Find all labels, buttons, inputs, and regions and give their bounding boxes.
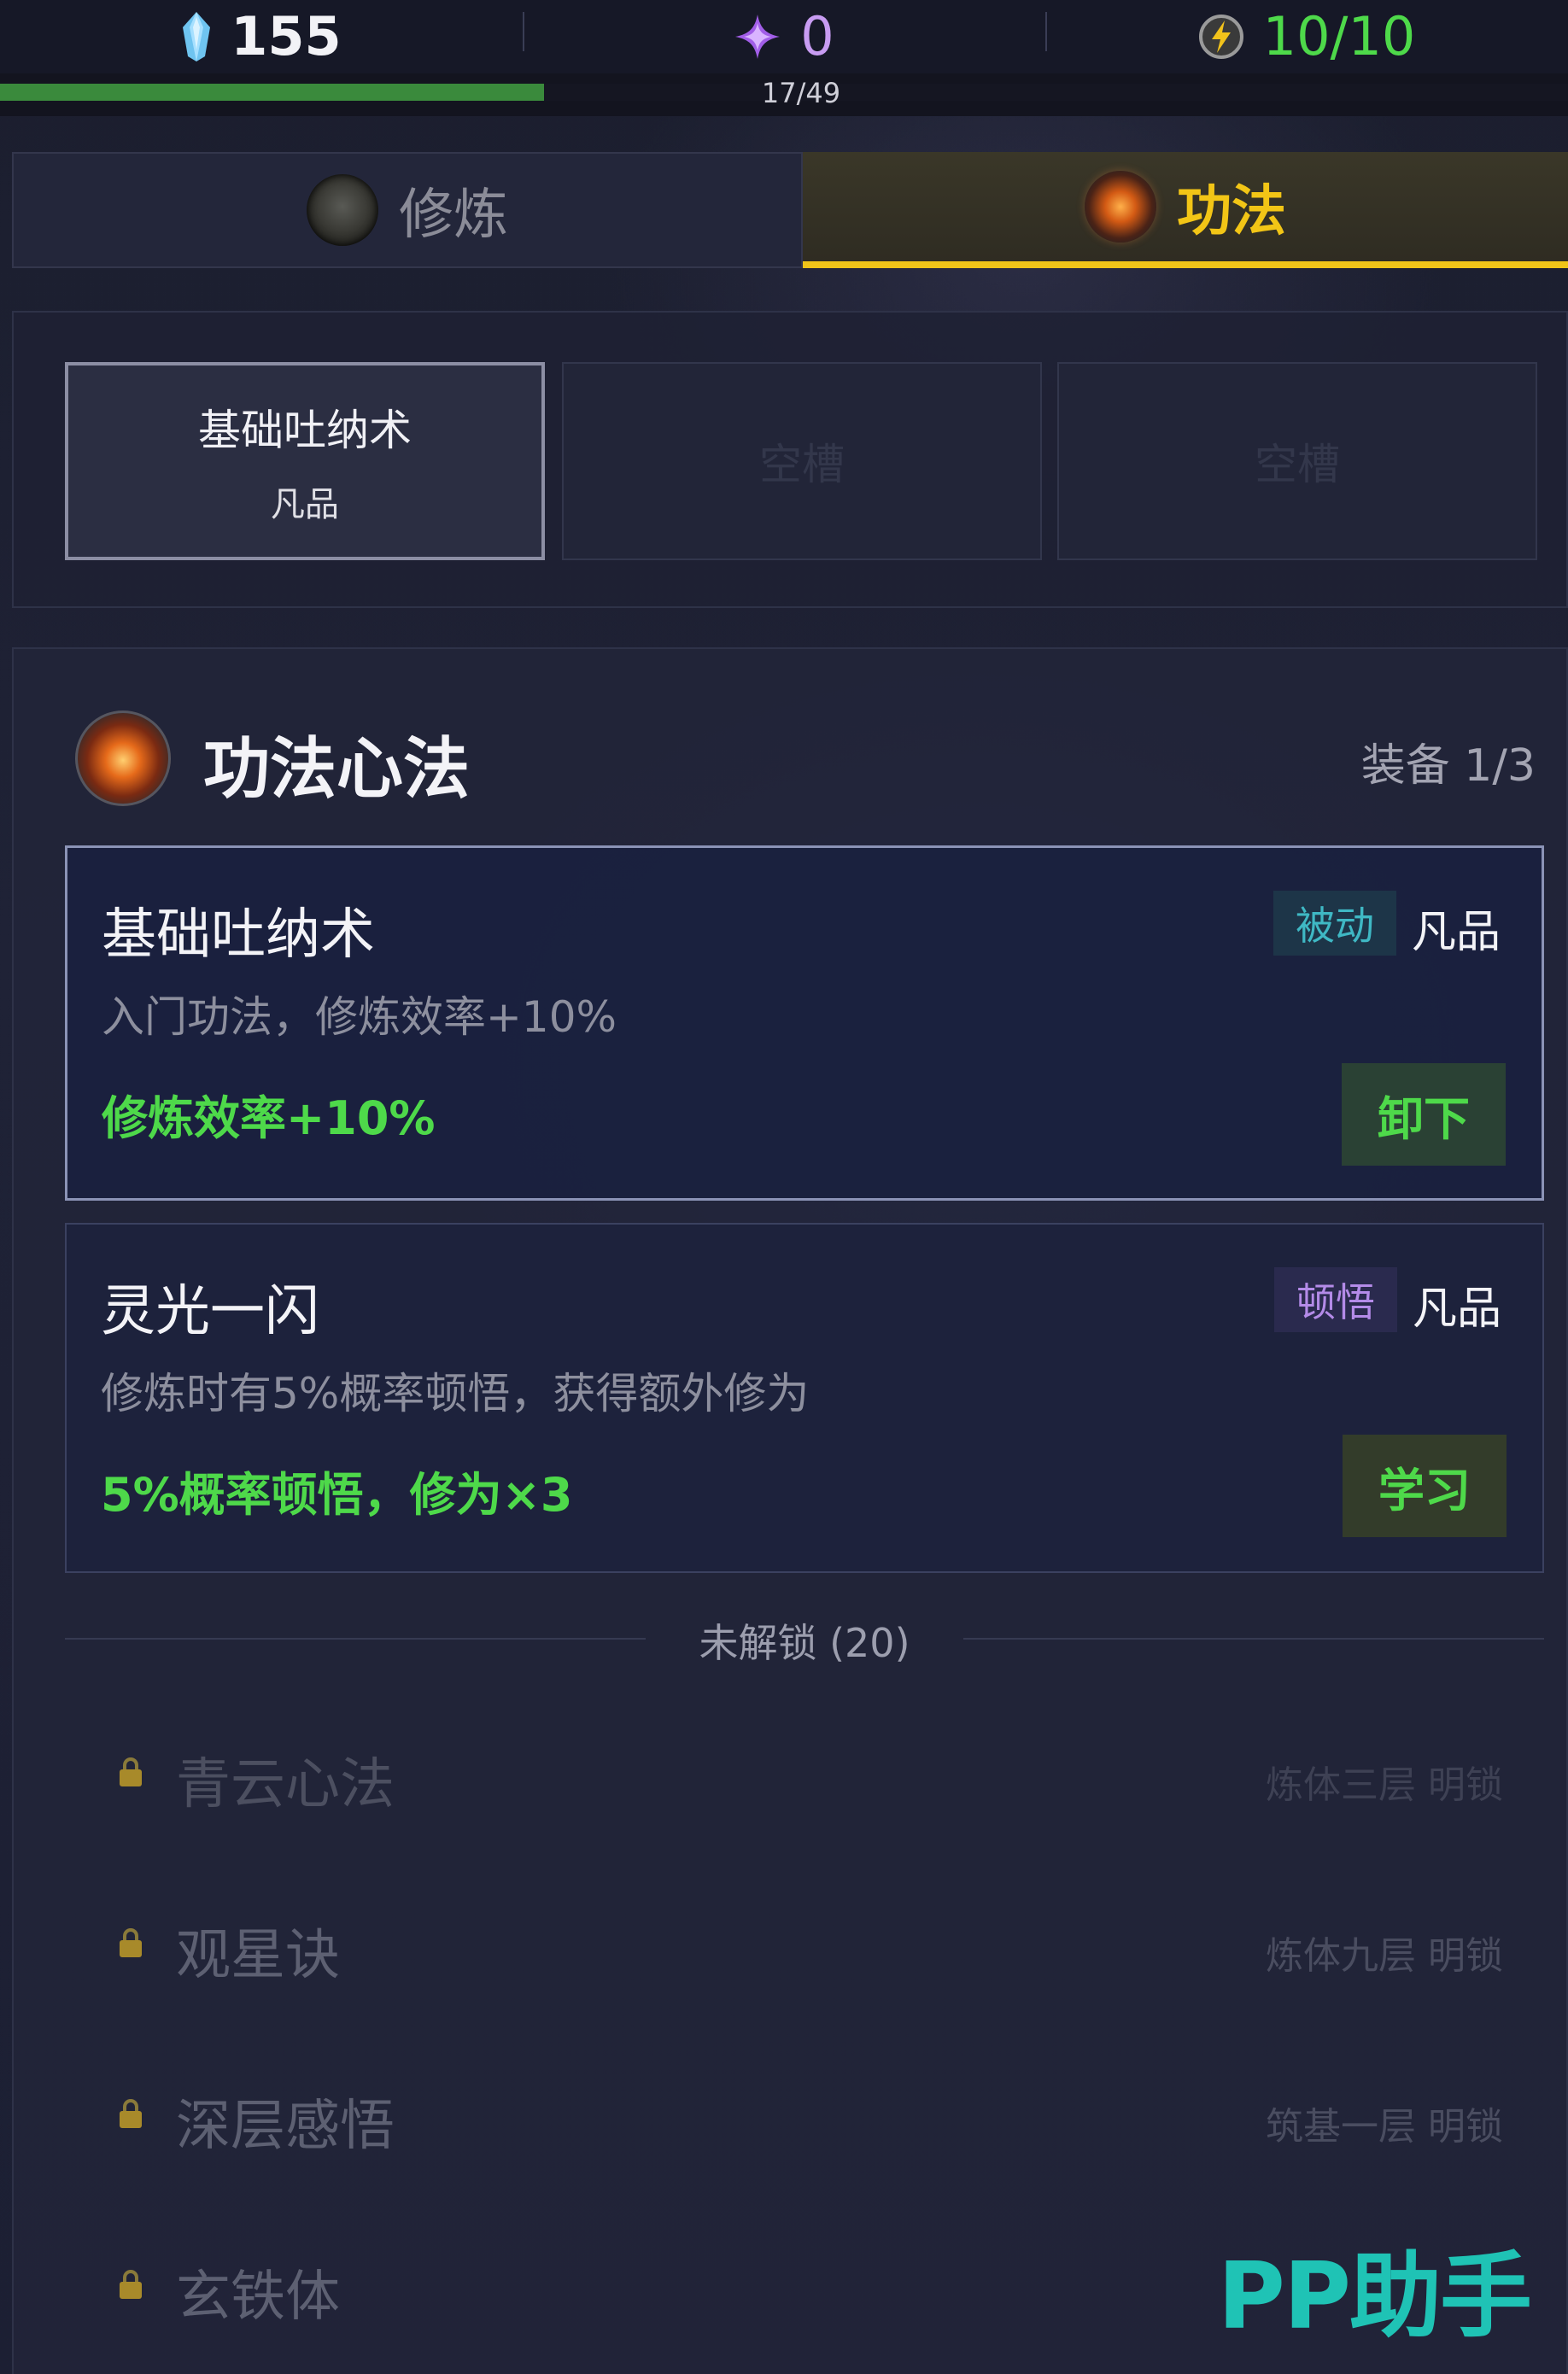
watermark-logo: PP助手 <box>1217 2243 1532 2350</box>
locked-technique-name: 观星诀 <box>176 1924 340 1987</box>
locked-count-label: 未解锁 (20) <box>699 1620 910 1666</box>
technique-name: 基础吐纳术 <box>102 903 375 967</box>
technique-description: 入门功法，修炼效率+10% <box>102 992 617 1042</box>
technique-slot-2[interactable]: 空槽 <box>562 362 1042 560</box>
locked-technique-name: 青云心法 <box>176 1753 395 1816</box>
technique-card: 灵光一闪 顿悟 凡品 修炼时有5%概率顿悟，获得额外修为 5%概率顿悟，修为×3… <box>65 1223 1544 1573</box>
empty-slot-label: 空槽 <box>1255 440 1340 489</box>
lightning-icon <box>1198 15 1243 59</box>
technique-orb-icon <box>1085 171 1156 243</box>
crystal-icon <box>183 12 211 61</box>
tab-cultivation[interactable]: 修炼 <box>12 152 803 268</box>
locked-technique-name: 深层感悟 <box>176 2095 395 2158</box>
equipped-slots-panel: 基础吐纳术 凡品 空槽 空槽 <box>12 311 1568 608</box>
technique-grade: 凡品 <box>1412 1283 1501 1335</box>
locked-technique-name: 玄铁体 <box>176 2266 340 2329</box>
progress-text: 17/49 <box>761 77 841 109</box>
empty-slot-label: 空槽 <box>759 440 845 489</box>
tab-techniques[interactable]: 功法 <box>803 152 1568 268</box>
locked-technique-item[interactable]: 深层感悟 筑基一层 明锁 <box>65 2060 1544 2162</box>
lock-icon <box>120 2270 142 2299</box>
cultivation-progress: 17/49 <box>0 73 1568 116</box>
energy-count: 10/10 <box>1262 5 1416 67</box>
lock-icon <box>120 1928 142 1957</box>
technique-grade: 凡品 <box>1411 907 1501 958</box>
locked-divider: 未解锁 (20) <box>65 1604 1544 1672</box>
slot-technique-name: 基础吐纳术 <box>198 406 412 455</box>
slot-technique-grade: 凡品 <box>271 485 339 524</box>
techniques-panel: 功法心法 装备 1/3 基础吐纳术 被动 凡品 入门功法，修炼效率+10% 修炼… <box>12 647 1568 2374</box>
gem-count: 155 <box>231 5 342 67</box>
spirit-star-icon <box>735 15 781 59</box>
spirit-currency: 0 <box>523 0 1045 73</box>
technique-slot-3[interactable]: 空槽 <box>1057 362 1537 560</box>
technique-name: 灵光一闪 <box>101 1280 319 1343</box>
passive-tag: 被动 <box>1273 891 1396 956</box>
tab-techniques-label: 功法 <box>1177 180 1286 243</box>
technique-card: 基础吐纳术 被动 凡品 入门功法，修炼效率+10% 修炼效率+10% 卸下 <box>65 845 1544 1201</box>
fire-orb-icon <box>75 710 171 806</box>
currency-bar: 155 0 10/10 <box>0 0 1568 73</box>
tab-cultivation-label: 修炼 <box>399 184 508 247</box>
unlock-requirement: 炼体三层 明锁 <box>1266 1763 1503 1807</box>
learn-button[interactable]: 学习 <box>1343 1435 1507 1537</box>
panel-title: 功法心法 <box>203 731 471 808</box>
gem-currency: 155 <box>0 0 523 73</box>
main-tabs: 修炼 功法 <box>12 152 1568 268</box>
equipped-count: 装备 1/3 <box>1360 740 1536 792</box>
technique-description: 修炼时有5%概率顿悟，获得额外修为 <box>101 1369 810 1418</box>
technique-effect: 修炼效率+10% <box>102 1091 436 1145</box>
cultivation-orb-icon <box>307 174 378 246</box>
spirit-count: 0 <box>800 5 834 67</box>
lock-icon <box>120 2099 142 2128</box>
unlock-requirement: 筑基一层 明锁 <box>1266 2105 1503 2149</box>
lock-icon <box>120 1757 142 1786</box>
locked-technique-item[interactable]: 青云心法 炼体三层 明锁 <box>65 1718 1544 1821</box>
technique-effect: 5%概率顿悟，修为×3 <box>101 1468 573 1522</box>
unequip-button[interactable]: 卸下 <box>1342 1063 1506 1166</box>
technique-slot-1[interactable]: 基础吐纳术 凡品 <box>65 362 545 560</box>
energy-currency: 10/10 <box>1045 0 1568 73</box>
unlock-requirement: 炼体九层 明锁 <box>1266 1934 1503 1978</box>
insight-tag: 顿悟 <box>1274 1267 1397 1332</box>
locked-technique-item[interactable]: 观星诀 炼体九层 明锁 <box>65 1889 1544 1991</box>
